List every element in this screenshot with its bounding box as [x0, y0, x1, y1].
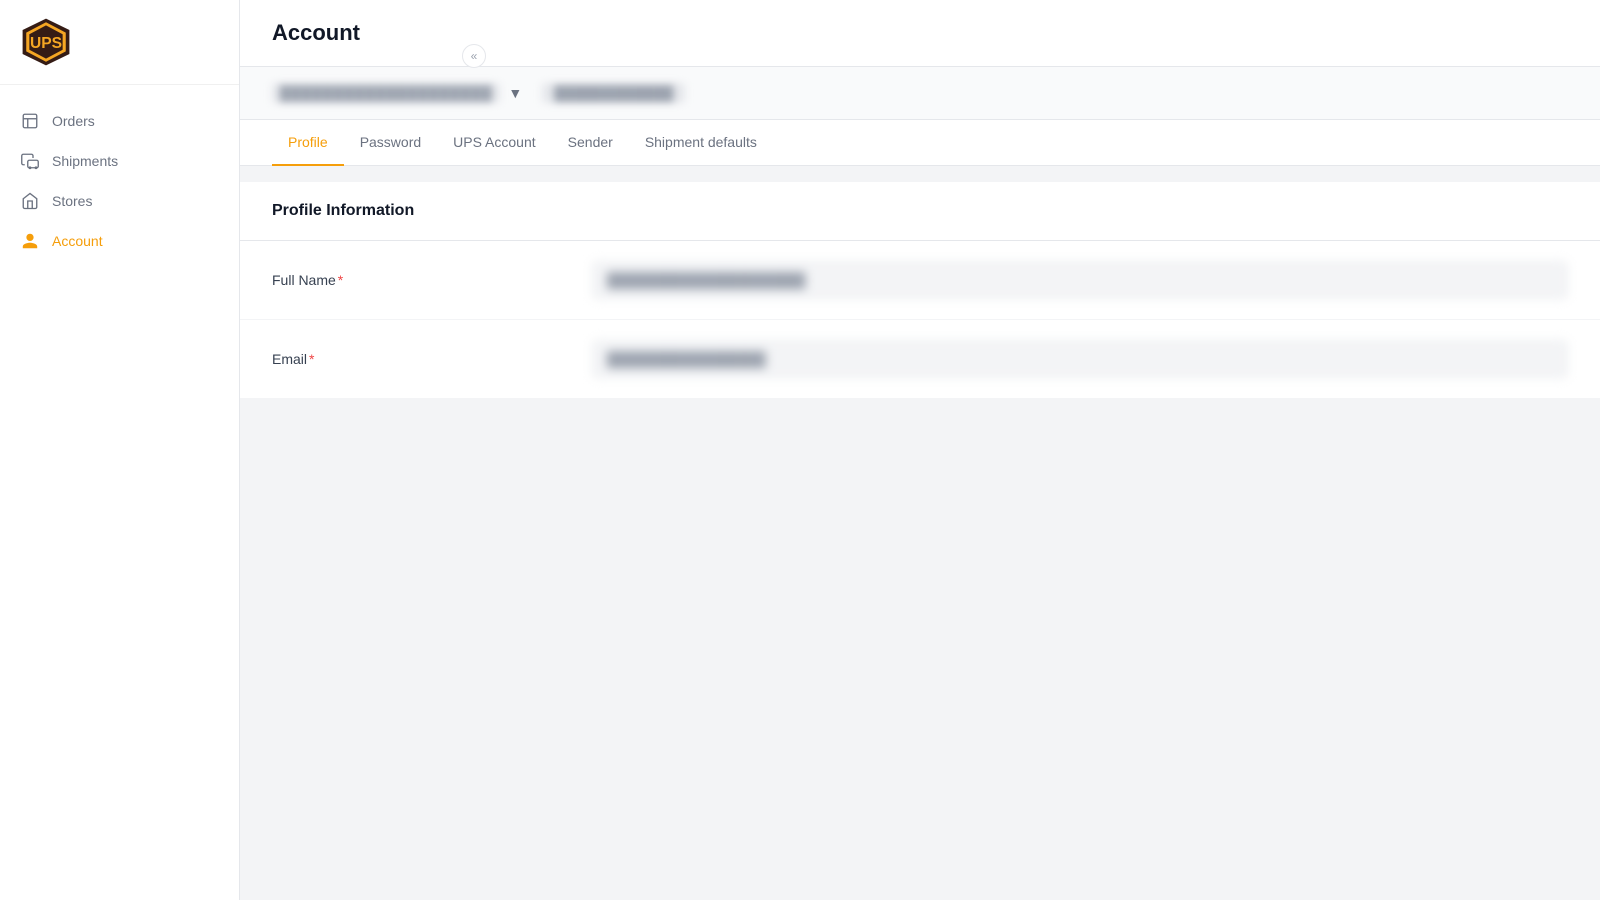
- sidebar-item-shipments[interactable]: Shipments: [0, 141, 239, 181]
- stores-icon: [20, 191, 40, 211]
- sidebar-nav: Orders Shipments Stores: [0, 85, 239, 900]
- tab-profile[interactable]: Profile: [272, 120, 344, 166]
- sidebar: UPS Orders: [0, 0, 240, 900]
- svg-text:UPS: UPS: [30, 35, 62, 52]
- sidebar-item-label-shipments: Shipments: [52, 153, 118, 169]
- required-star-email: *: [309, 351, 314, 367]
- tab-sender[interactable]: Sender: [552, 120, 629, 166]
- sidebar-item-label-account: Account: [52, 233, 103, 249]
- main-content: Account ████████████████████ ▼ █████████…: [240, 0, 1600, 900]
- full-name-row: Full Name* ████████████████████: [240, 241, 1600, 320]
- tab-password[interactable]: Password: [344, 120, 437, 166]
- form-rows: Full Name* ████████████████████ Email* █…: [240, 241, 1600, 399]
- sidebar-item-label-orders: Orders: [52, 113, 95, 129]
- sidebar-item-orders[interactable]: Orders: [0, 101, 239, 141]
- profile-section-header: Profile Information: [240, 182, 1600, 241]
- email-label: Email*: [272, 351, 592, 367]
- profile-section: Profile Information Full Name* █████████…: [240, 182, 1600, 399]
- email-field[interactable]: ████████████████: [592, 340, 1568, 378]
- full-name-field[interactable]: ████████████████████: [592, 261, 1568, 299]
- logo-area: UPS: [0, 0, 239, 85]
- sidebar-item-label-stores: Stores: [52, 193, 92, 209]
- ups-logo: UPS: [20, 16, 72, 68]
- account-icon: [20, 231, 40, 251]
- account-selector-display[interactable]: ████████████████████ ▼: [272, 83, 522, 103]
- orders-icon: [20, 111, 40, 131]
- account-selector-bar: ████████████████████ ▼ ████████████: [240, 67, 1600, 120]
- sidebar-item-stores[interactable]: Stores: [0, 181, 239, 221]
- shipments-icon: [20, 151, 40, 171]
- page-header: Account: [240, 0, 1600, 67]
- page-title: Account: [272, 20, 1568, 46]
- account-card: ████████████████████ ▼ ████████████ Prof…: [240, 67, 1600, 166]
- content-area: ████████████████████ ▼ ████████████ Prof…: [240, 67, 1600, 900]
- collapse-icon: «: [471, 49, 478, 63]
- full-name-label: Full Name*: [272, 272, 592, 288]
- chevron-down-icon: ▼: [508, 85, 522, 101]
- tab-shipment-defaults[interactable]: Shipment defaults: [629, 120, 773, 166]
- sidebar-collapse-button[interactable]: «: [462, 44, 486, 68]
- sidebar-item-account[interactable]: Account: [0, 221, 239, 261]
- account-selector-text: ████████████████████: [272, 83, 500, 103]
- email-row: Email* ████████████████: [240, 320, 1600, 399]
- required-star-name: *: [338, 272, 343, 288]
- tab-ups-account[interactable]: UPS Account: [437, 120, 552, 166]
- account-sub-label: ████████████: [542, 83, 685, 103]
- tabs-bar: Profile Password UPS Account Sender Ship…: [240, 120, 1600, 166]
